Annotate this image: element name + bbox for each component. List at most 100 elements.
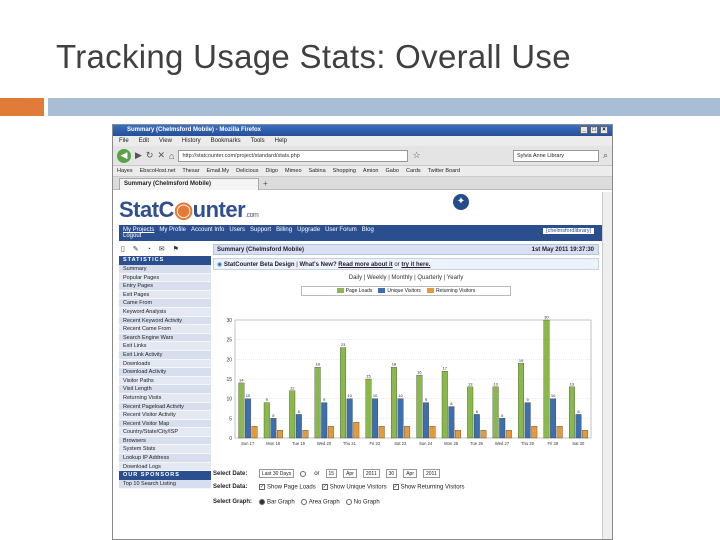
to-month-select[interactable]: Apr bbox=[403, 469, 417, 478]
bar-value-label: 14 bbox=[239, 377, 244, 382]
stats-menu-item[interactable]: Came From bbox=[119, 299, 211, 308]
menu-bar: File Edit View History Bookmarks Tools Help bbox=[113, 136, 612, 146]
bookmark-item[interactable]: Gabo bbox=[386, 168, 399, 174]
beta-read-link[interactable]: Read more about it bbox=[338, 262, 392, 268]
stats-menu-item[interactable]: System Stats bbox=[119, 445, 211, 455]
bookmark-item[interactable]: Email.My bbox=[207, 168, 230, 174]
bookmark-item[interactable]: Cards bbox=[406, 168, 421, 174]
bookmark-item[interactable]: Amion bbox=[363, 168, 379, 174]
bar-graph-radio[interactable]: Bar Graph bbox=[259, 499, 295, 506]
stats-menu-item[interactable]: Recent Visitor Activity bbox=[119, 411, 211, 420]
site-nav-item[interactable]: Billing bbox=[276, 227, 292, 233]
bookmark-item[interactable]: Hayes bbox=[117, 168, 133, 174]
tool-icons[interactable]: ▯ ✎ ◔ ✉ ⚑ bbox=[119, 242, 211, 256]
from-year-select[interactable]: 2011 bbox=[362, 469, 380, 478]
stats-menu-item[interactable]: Recent Visitor Map bbox=[119, 419, 211, 429]
stats-menu-item[interactable]: Download Activity bbox=[119, 368, 211, 377]
back-icon[interactable]: ◀ bbox=[117, 148, 131, 163]
from-day-select[interactable]: 15 bbox=[325, 469, 338, 478]
logout-link[interactable]: Logout bbox=[123, 233, 141, 239]
stats-menu-item[interactable]: Returning Visits bbox=[119, 393, 211, 403]
stats-menu-item[interactable]: Visitor Paths bbox=[119, 376, 211, 386]
show-unique-visitors-checkbox[interactable]: ✓ Show Unique Visitors bbox=[321, 484, 387, 491]
stats-menu-item[interactable]: Entry Pages bbox=[119, 282, 211, 291]
site-nav-item[interactable]: Account Info bbox=[191, 227, 224, 233]
bar-value-label: 10 bbox=[398, 393, 403, 398]
stats-menu-item[interactable]: Lookup IP Address bbox=[119, 454, 211, 463]
bookmark-item[interactable]: Sabina bbox=[309, 168, 326, 174]
show-page-loads-checkbox[interactable]: ✓ Show Page Loads bbox=[259, 484, 316, 491]
stats-menu-item[interactable]: Recent Keyword Activity bbox=[119, 316, 211, 326]
site-nav-item[interactable]: Support bbox=[250, 227, 271, 233]
stats-menu-item[interactable]: Browsers bbox=[119, 436, 211, 446]
bookmark-item[interactable]: Diigo bbox=[265, 168, 278, 174]
account-name[interactable]: [chelmsfordlibrary] bbox=[543, 228, 594, 234]
stats-menu-item[interactable]: Visit Length bbox=[119, 385, 211, 394]
no-graph-radio[interactable]: No Graph bbox=[345, 499, 380, 506]
summary-header: Summary (Chelmsford Mobile) 1st May 2011… bbox=[213, 244, 599, 255]
bookmark-item[interactable]: Thesar bbox=[182, 168, 199, 174]
menu-item-bookmarks[interactable]: Bookmarks bbox=[211, 138, 241, 146]
menu-item-tools[interactable]: Tools bbox=[251, 138, 265, 146]
bar-returning-visitors bbox=[251, 426, 258, 439]
sponsor-item[interactable]: Top 10 Search Listing bbox=[119, 480, 211, 489]
to-year-select[interactable]: 2011 bbox=[422, 469, 440, 478]
stats-menu-item[interactable]: Recent Pageload Activity bbox=[119, 402, 211, 412]
stats-menu-item[interactable]: Summary bbox=[119, 265, 211, 274]
statcounter-logo[interactable]: StatC◉unter.com bbox=[119, 197, 259, 223]
stats-menu-item[interactable]: Recent Came From bbox=[119, 325, 211, 334]
menu-item-history[interactable]: History bbox=[182, 138, 201, 146]
period-switcher[interactable]: Daily | Weekly | Monthly | Quarterly | Y… bbox=[213, 275, 599, 281]
show-returning-visitors-checkbox[interactable]: ✓ Show Returning Visitors bbox=[392, 484, 465, 491]
bookmark-item[interactable]: EbscoHost.net bbox=[140, 168, 176, 174]
stats-menu-item[interactable]: Exit Pages bbox=[119, 290, 211, 300]
bookmark-item[interactable]: Twitter Board bbox=[428, 168, 460, 174]
to-day-select[interactable]: 30 bbox=[385, 469, 398, 478]
maximize-button[interactable]: □ bbox=[590, 126, 598, 134]
stats-menu-item[interactable]: Exit Link Activity bbox=[119, 350, 211, 360]
stop-icon[interactable]: ✕ bbox=[157, 150, 165, 161]
bookmark-item[interactable]: Mimeo bbox=[285, 168, 302, 174]
tab-summary[interactable]: Summary (Chelmsford Mobile) bbox=[119, 178, 259, 190]
stats-menu-item[interactable]: Download Logs bbox=[119, 462, 211, 472]
new-tab-button[interactable]: + bbox=[263, 179, 268, 188]
site-nav-item[interactable]: User Forum bbox=[325, 227, 357, 233]
menu-item-edit[interactable]: Edit bbox=[139, 138, 149, 146]
bar-value-label: 10 bbox=[347, 393, 352, 398]
search-field[interactable]: Sylvia Anne Library bbox=[512, 149, 599, 162]
search-icon[interactable]: ⌕ bbox=[603, 150, 608, 161]
site-nav-item[interactable]: Blog bbox=[362, 227, 374, 233]
url-field[interactable]: http://statcounter.com/project/standard/… bbox=[178, 149, 409, 162]
stats-menu-item[interactable]: Keyword Analysis bbox=[119, 307, 211, 317]
site-nav-item[interactable]: Upgrade bbox=[297, 227, 320, 233]
forward-icon[interactable]: ▶ bbox=[135, 150, 142, 161]
legend-page-loads: Page Loads bbox=[336, 288, 372, 294]
area-graph-radio[interactable]: Area Graph bbox=[300, 499, 340, 506]
close-button[interactable]: × bbox=[600, 126, 608, 134]
stats-menu-item[interactable]: Country/State/City/ISP bbox=[119, 428, 211, 437]
site-nav-item[interactable]: Users bbox=[229, 227, 245, 233]
logo-domain: .com bbox=[245, 212, 259, 219]
stats-menu-item[interactable]: Downloads bbox=[119, 359, 211, 369]
date-radio[interactable] bbox=[300, 470, 307, 477]
site-nav-item[interactable]: My Profile bbox=[159, 227, 186, 233]
window-titlebar: Summary (Chelmsford Mobile) - Mozilla Fi… bbox=[113, 125, 612, 136]
stats-menu-item[interactable]: Search Engine Wars bbox=[119, 333, 211, 343]
bookmark-item[interactable]: Shopping bbox=[333, 168, 356, 174]
menu-item-help[interactable]: Help bbox=[275, 138, 287, 146]
beta-try-link[interactable]: try it here. bbox=[401, 262, 430, 268]
menu-item-view[interactable]: View bbox=[159, 138, 172, 146]
stats-menu-item[interactable]: Exit Links bbox=[119, 342, 211, 351]
stats-menu-item[interactable]: Popular Pages bbox=[119, 273, 211, 283]
page-scrollbar[interactable] bbox=[602, 192, 612, 539]
home-icon[interactable]: ⌂ bbox=[169, 151, 174, 161]
minimize-button[interactable]: _ bbox=[580, 126, 588, 134]
x-tick-label: Sun 24 bbox=[419, 441, 433, 446]
y-tick-label: 20 bbox=[226, 357, 232, 363]
bookmark-item[interactable]: Delicious bbox=[236, 168, 258, 174]
bookmark-star-icon[interactable]: ☆ bbox=[412, 150, 420, 161]
from-month-select[interactable]: Apr bbox=[343, 469, 357, 478]
date-range-select[interactable]: Last 30 Days bbox=[259, 469, 295, 478]
reload-icon[interactable]: ↻ bbox=[146, 150, 154, 161]
menu-item-file[interactable]: File bbox=[119, 138, 129, 146]
